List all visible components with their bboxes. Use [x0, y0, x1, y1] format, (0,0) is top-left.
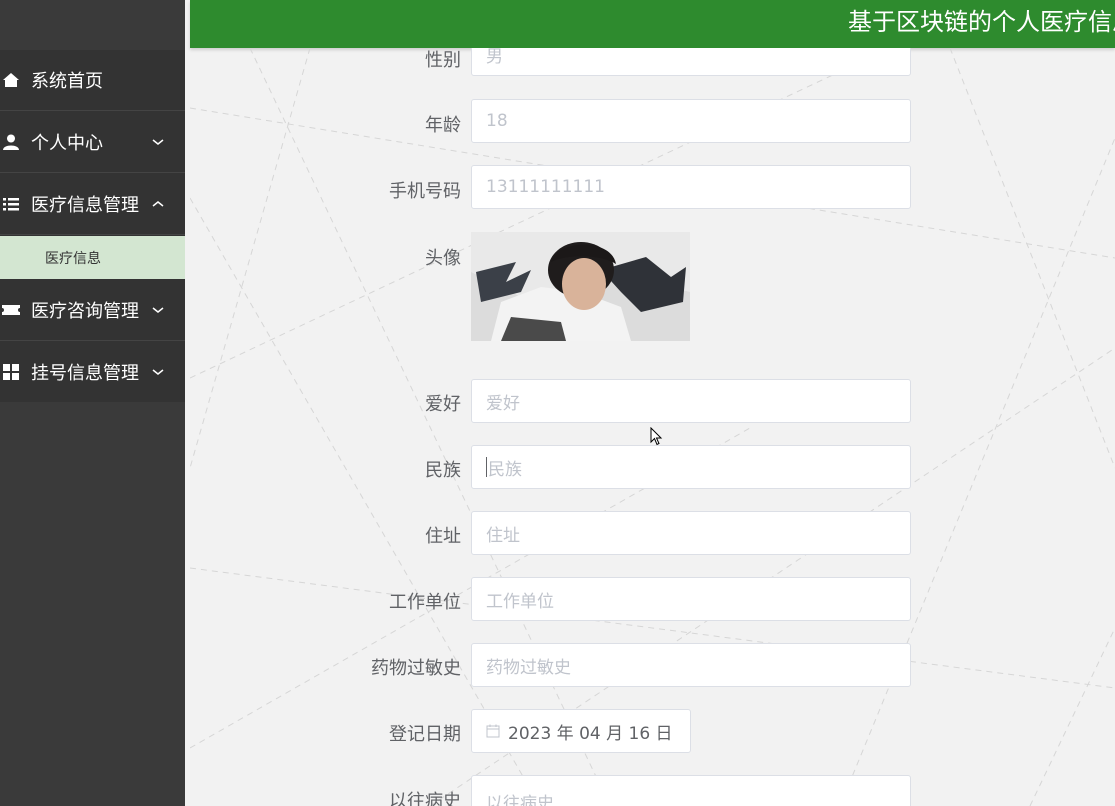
workplace-input[interactable]: 工作单位	[471, 577, 911, 621]
sidebar-item-medical-info[interactable]: 医疗信息管理	[0, 174, 185, 235]
sidebar-item-home[interactable]: 系统首页	[0, 50, 185, 111]
gender-value: 男	[486, 48, 503, 67]
hobby-input[interactable]: 爱好	[471, 379, 911, 423]
address-placeholder: 住址	[486, 525, 520, 546]
page-title: 基于区块链的个人医疗信息管理系统	[848, 8, 1115, 36]
history-input[interactable]: 以往病史	[471, 775, 911, 806]
avatar[interactable]	[471, 232, 690, 341]
sidebar-item-registration[interactable]: 挂号信息管理	[0, 342, 185, 403]
hobby-placeholder: 爱好	[486, 393, 520, 414]
history-label: 以往病史	[389, 791, 461, 806]
chevron-down-icon	[152, 139, 164, 145]
hobby-label: 爱好	[425, 394, 461, 415]
grid-icon	[0, 361, 22, 383]
sidebar-item-label: 挂号信息管理	[31, 363, 139, 384]
allergy-label: 药物过敏史	[371, 658, 461, 679]
history-placeholder: 以往病史	[486, 793, 554, 806]
ethnicity-placeholder: 民族	[488, 459, 522, 480]
age-field[interactable]: 18	[471, 99, 911, 143]
sidebar-subitem-medical-info[interactable]: 医疗信息	[0, 236, 185, 279]
home-icon	[0, 69, 22, 91]
ethnicity-input[interactable]: 民族	[471, 445, 911, 489]
avatar-label: 头像	[425, 248, 461, 269]
main-content: 性别 男 年龄 18 手机号码 13111111111 头像 爱好 爱好 民族	[190, 48, 1115, 806]
allergy-input[interactable]: 药物过敏史	[471, 643, 911, 687]
sidebar-subitem-label: 医疗信息	[45, 250, 101, 267]
phone-field[interactable]: 13111111111	[471, 165, 911, 209]
reg-date-label: 登记日期	[389, 724, 461, 745]
sidebar-item-consultation[interactable]: 医疗咨询管理	[0, 280, 185, 341]
reg-date-picker[interactable]: 2023 年 04 月 16 日	[471, 709, 691, 753]
chevron-down-icon	[152, 307, 164, 313]
top-header: 基于区块链的个人医疗信息管理系统	[190, 0, 1115, 48]
sidebar-item-label: 医疗咨询管理	[31, 301, 139, 322]
sidebar-item-label: 系统首页	[31, 71, 103, 92]
sidebar-item-label: 个人中心	[31, 133, 103, 154]
workplace-placeholder: 工作单位	[486, 591, 554, 612]
gender-label: 性别	[425, 50, 461, 71]
phone-label: 手机号码	[389, 181, 461, 202]
allergy-placeholder: 药物过敏史	[486, 657, 571, 678]
age-label: 年龄	[425, 115, 461, 136]
ethnicity-label: 民族	[425, 460, 461, 481]
address-input[interactable]: 住址	[471, 511, 911, 555]
list-icon	[0, 193, 22, 215]
user-icon	[0, 131, 22, 153]
sidebar-empty-area	[0, 402, 185, 806]
chevron-up-icon	[152, 201, 164, 207]
gender-field[interactable]: 男	[471, 48, 911, 76]
phone-value: 13111111111	[486, 177, 605, 197]
ticket-icon	[0, 299, 22, 321]
chevron-down-icon	[152, 369, 164, 375]
address-label: 住址	[425, 526, 461, 547]
sidebar-item-label: 医疗信息管理	[31, 195, 139, 216]
age-value: 18	[486, 111, 508, 131]
workplace-label: 工作单位	[389, 592, 461, 613]
sidebar-top	[0, 0, 185, 50]
text-caret	[486, 457, 487, 477]
calendar-icon	[486, 724, 500, 738]
reg-date-value: 2023 年 04 月 16 日	[508, 723, 673, 744]
mouse-cursor-icon	[650, 427, 663, 446]
sidebar-item-personal-center[interactable]: 个人中心	[0, 112, 185, 173]
